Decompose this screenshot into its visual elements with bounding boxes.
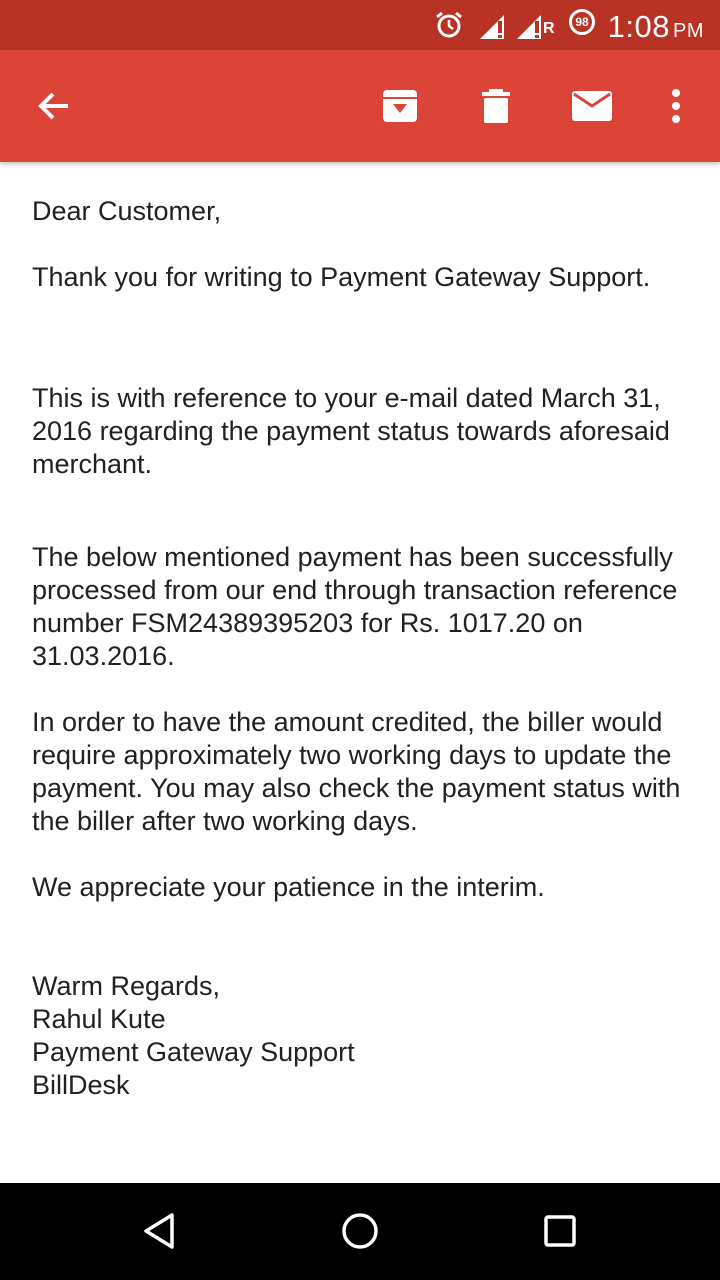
- signature-closing: Warm Regards,: [32, 971, 221, 1001]
- status-bar: R 98 1:08 PM: [0, 0, 720, 50]
- signature-company: BillDesk: [32, 1070, 130, 1100]
- greeting: Dear Customer,: [32, 196, 222, 226]
- navigation-bar: [0, 1183, 720, 1280]
- app-bar: [0, 50, 720, 162]
- battery-level: 98: [575, 15, 589, 29]
- nav-back-button[interactable]: [135, 1206, 185, 1256]
- signature-name: Rahul Kute: [32, 1004, 166, 1034]
- more-options-icon: [672, 89, 680, 123]
- delete-button[interactable]: [468, 78, 524, 134]
- processed-paragraph: The below mentioned payment has been suc…: [32, 542, 678, 671]
- mark-unread-button[interactable]: [564, 78, 620, 134]
- battery-badge: 98: [569, 9, 595, 35]
- archive-button[interactable]: [372, 78, 428, 134]
- roaming-label: R: [543, 20, 555, 37]
- clock: 1:08 PM: [608, 9, 704, 45]
- thanks-line: Thank you for writing to Payment Gateway…: [32, 262, 651, 292]
- alarm-icon: [436, 11, 462, 38]
- signal-icon: [480, 15, 504, 39]
- reference-paragraph: This is with reference to your e-mail da…: [32, 383, 670, 479]
- signature: Warm Regards, Rahul Kute Payment Gateway…: [32, 970, 692, 1102]
- signature-team: Payment Gateway Support: [32, 1037, 355, 1067]
- clock-time: 1:08: [607, 9, 670, 44]
- back-triangle-icon: [144, 1213, 174, 1249]
- clock-ampm: PM: [673, 20, 704, 42]
- credit-paragraph: In order to have the amount credited, th…: [32, 707, 681, 836]
- email-body: Dear Customer, Thank you for writing to …: [32, 195, 692, 1102]
- more-options-button[interactable]: [648, 78, 704, 134]
- patience-line: We appreciate your patience in the inter…: [32, 872, 545, 902]
- home-circle-icon: [342, 1213, 378, 1249]
- nav-home-button[interactable]: [335, 1206, 385, 1256]
- nav-recents-button[interactable]: [535, 1206, 585, 1256]
- signal-roaming-icon: [517, 15, 541, 39]
- back-button[interactable]: [26, 78, 82, 134]
- mark-unread-icon: [572, 91, 612, 121]
- delete-icon: [482, 89, 510, 123]
- recents-square-icon: [544, 1215, 576, 1247]
- archive-icon: [383, 90, 417, 122]
- back-arrow-icon: [38, 92, 68, 120]
